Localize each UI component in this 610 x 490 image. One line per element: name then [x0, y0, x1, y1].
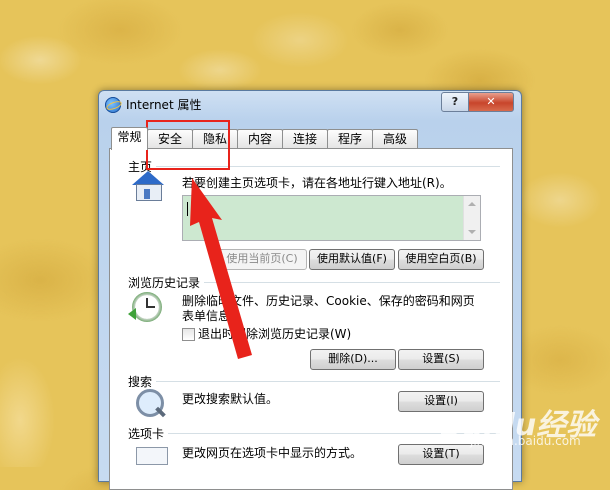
history-description-line1: 删除临时文件、历史记录、Cookie、保存的密码和网页 [182, 294, 475, 308]
search-description: 更改搜索默认值。 [182, 392, 279, 406]
scroll-down-arrow-icon[interactable] [468, 230, 476, 234]
tabs-description: 更改网页在选项卡中显示的方式。 [182, 446, 363, 460]
delete-on-exit-label[interactable]: 退出时删除浏览历史记录(W) [198, 327, 351, 342]
tabs-icon [136, 447, 168, 465]
watermark-url: jingyan.baidu.com [470, 434, 581, 448]
home-page-url-input[interactable] [182, 195, 481, 241]
home-url-scrollbar[interactable] [463, 196, 480, 240]
delete-on-exit-checkbox[interactable] [182, 328, 195, 341]
delete-history-button[interactable]: 删除(D)... [310, 349, 396, 370]
history-settings-button[interactable]: 设置(S) [398, 349, 484, 370]
tab-programs[interactable]: 程序 [327, 129, 373, 149]
ie-icon [105, 97, 121, 113]
close-button[interactable]: ✕ [468, 92, 514, 112]
tab-general[interactable]: 常规 [111, 127, 148, 150]
tab-connections[interactable]: 连接 [282, 129, 328, 149]
magnifier-icon [136, 389, 164, 417]
use-blank-button[interactable]: 使用空白页(B) [398, 249, 484, 270]
history-section-title: 浏览历史记录 [128, 274, 205, 291]
help-button[interactable]: ? [441, 92, 469, 112]
home-description: 若要创建主页选项卡，请在各地址行键入地址(R)。 [182, 176, 452, 190]
clock-icon [128, 292, 162, 322]
house-icon [132, 171, 166, 201]
search-section-title: 搜索 [128, 373, 157, 390]
highlight-box-security-tab [146, 120, 230, 170]
tab-content[interactable]: 内容 [237, 129, 283, 149]
window-title: Internet 属性 [126, 98, 202, 112]
tabs-section-title: 选项卡 [128, 425, 169, 442]
use-current-button[interactable]: 使用当前页(C) [217, 249, 307, 270]
use-default-button[interactable]: 使用默认值(F) [309, 249, 395, 270]
text-caret [187, 202, 188, 216]
tab-advanced[interactable]: 高级 [372, 129, 418, 149]
search-divider [130, 381, 500, 382]
scroll-up-arrow-icon[interactable] [468, 202, 476, 206]
history-description-line2: 表单信息。 [182, 309, 243, 323]
title-bar[interactable]: Internet 属性 ? ✕ [99, 91, 521, 117]
